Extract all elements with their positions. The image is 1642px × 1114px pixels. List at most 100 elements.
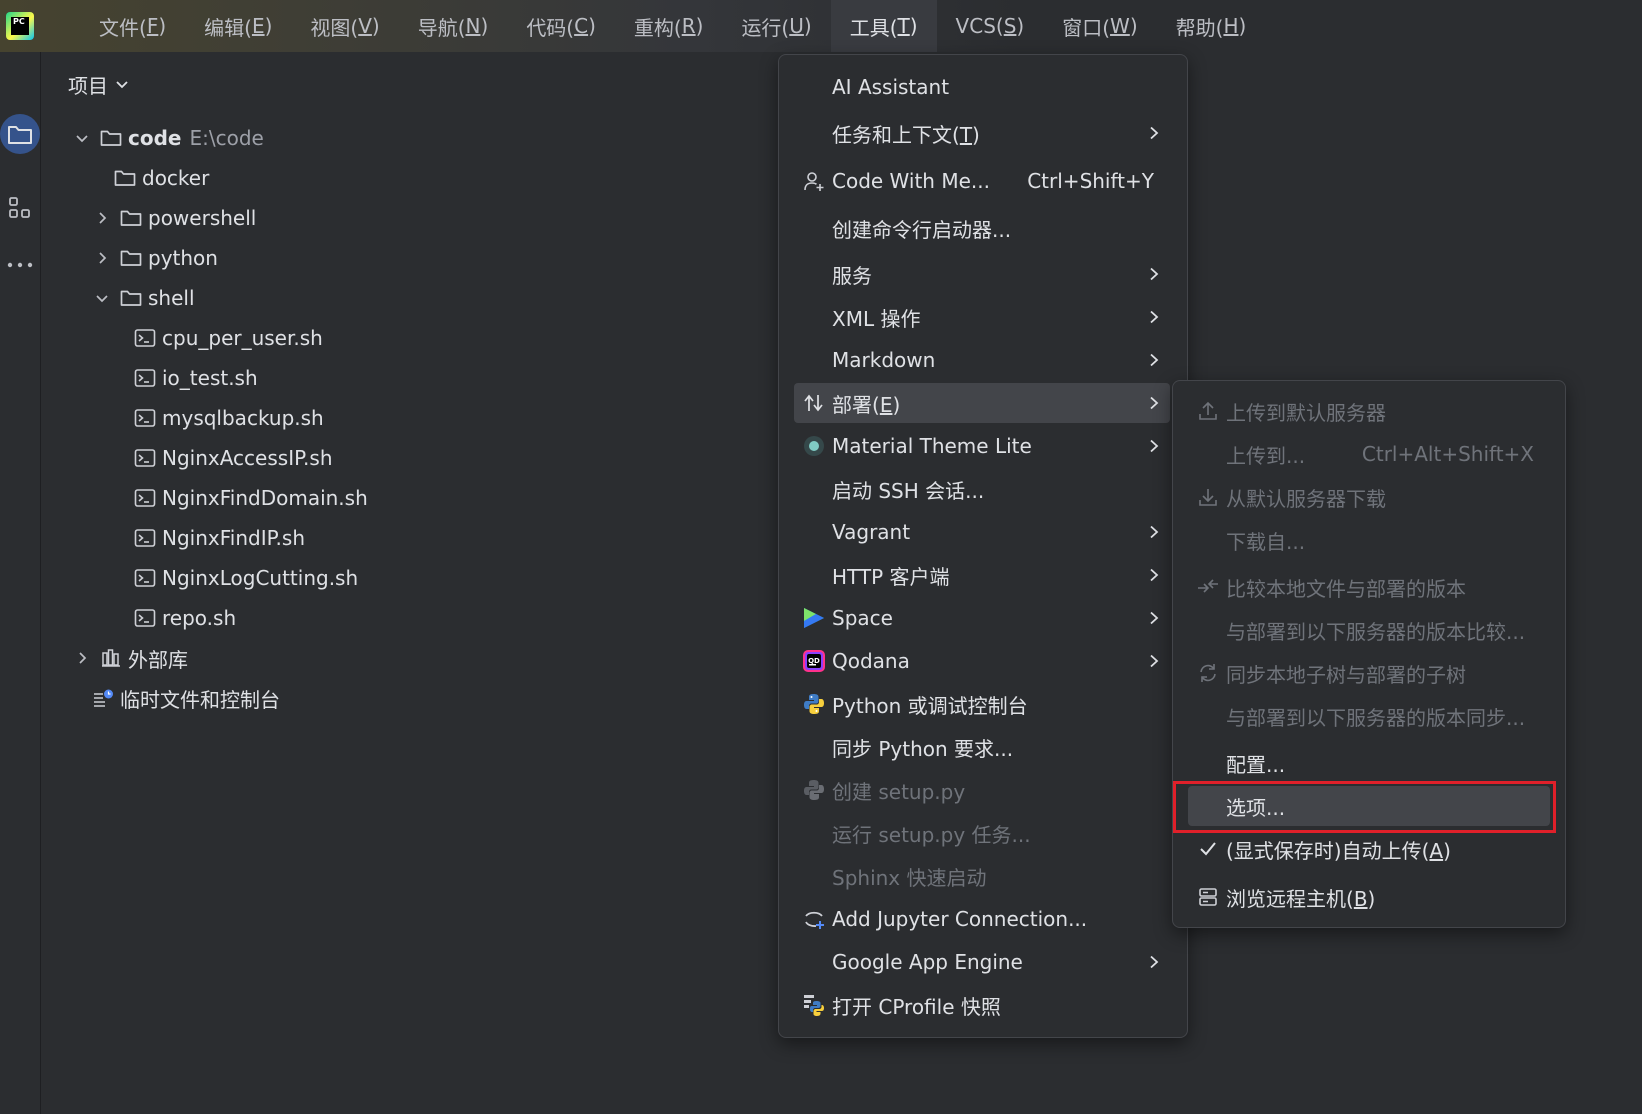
submenu-arrow-icon: [1146, 438, 1162, 454]
deploy-submenu-item-label: 同步本地子树与部署的子树: [1226, 659, 1466, 688]
mnemonic-key: T: [897, 14, 910, 38]
deploy-submenu-item-label: 选项...: [1226, 792, 1285, 821]
tools-menu-item[interactable]: 创建命令行启动器...: [794, 208, 1170, 248]
tools-menu-item[interactable]: HTTP 客户端: [794, 555, 1170, 595]
tree-item[interactable]: io_test.sh: [134, 358, 258, 398]
label-text: Qodana: [832, 649, 910, 673]
tree-item[interactable]: 临时文件和控制台: [92, 678, 280, 718]
script-icon: [134, 367, 156, 389]
menubar-item[interactable]: 代码(C): [507, 0, 615, 52]
tools-menu-dropdown: AI Assistant 任务和上下文(T) Code With Me... Ctrl…: [778, 54, 1188, 1038]
tree-item[interactable]: docker: [114, 158, 209, 198]
tree-item[interactable]: powershell: [92, 198, 256, 238]
mnemonic-key: H: [1223, 14, 1239, 38]
tree-item-label: 外部库: [128, 647, 188, 672]
label-text: 同步本地子树与部署的子树: [1226, 662, 1466, 687]
tree-item[interactable]: NginxAccessIP.sh: [134, 438, 333, 478]
tools-menu-item[interactable]: 同步 Python 要求...: [794, 727, 1170, 767]
mnemonic-key: U: [789, 14, 804, 38]
menubar-item[interactable]: 文件(F): [80, 0, 185, 52]
label-end: ): [1016, 14, 1025, 38]
tools-menu-item[interactable]: 启动 SSH 会话...: [794, 469, 1170, 509]
deploy-submenu-item[interactable]: 选项...: [1188, 786, 1550, 826]
deploy-submenu-item-label: 比较本地文件与部署的版本: [1226, 573, 1466, 602]
menubar-item[interactable]: 编辑(E): [185, 0, 291, 52]
tools-menu-item-label: Sphinx 快速启动: [832, 862, 987, 891]
tools-menu-item-label: Add Jupyter Connection...: [832, 907, 1087, 931]
tree-item[interactable]: NginxLogCutting.sh: [134, 558, 358, 598]
deploy-submenu-item: 与部署到以下服务器的版本比较...: [1188, 610, 1550, 650]
tree-item[interactable]: NginxFindIP.sh: [134, 518, 305, 558]
tree-item[interactable]: 外部库: [72, 638, 188, 678]
tools-menu-item-label: HTTP 客户端: [832, 561, 950, 590]
tree-item[interactable]: NginxFindDomain.sh: [134, 478, 368, 518]
shortcut-label: Ctrl+Shift+Y: [1027, 169, 1154, 193]
tree-item[interactable]: cpu_per_user.sh: [134, 318, 323, 358]
tools-menu-item-label: 创建 setup.py: [832, 776, 965, 805]
submenu-arrow-icon: [1146, 524, 1162, 540]
deploy-submenu-item[interactable]: 配置...: [1188, 743, 1550, 783]
menubar-item[interactable]: 帮助(H): [1157, 0, 1266, 52]
mnemonic-key: V: [358, 14, 372, 38]
menubar-item[interactable]: 运行(U): [722, 0, 830, 52]
more-tools-button[interactable]: [0, 245, 40, 285]
label-end: ): [892, 392, 901, 417]
deploy-submenu-item[interactable]: 浏览远程主机(B): [1188, 877, 1550, 917]
tools-menu-item[interactable]: 打开 CProfile 快照: [794, 985, 1170, 1025]
menubar-item[interactable]: 重构(R): [615, 0, 723, 52]
tools-menu-item[interactable]: QD Qodana: [794, 641, 1170, 681]
label-text: Vagrant: [832, 520, 911, 544]
tree-item-path: E:\code: [189, 126, 264, 150]
structure-tool-button[interactable]: [0, 188, 40, 228]
chevron-right-icon[interactable]: [92, 208, 112, 228]
deploy-submenu-item-label: 下载自...: [1226, 526, 1305, 555]
tree-item[interactable]: python: [92, 238, 218, 278]
tools-menu-item[interactable]: Material Theme Lite: [794, 426, 1170, 466]
tools-menu-item[interactable]: Google App Engine: [794, 942, 1170, 982]
menubar-item[interactable]: VCS(S): [937, 0, 1044, 52]
space-icon: [802, 606, 826, 630]
tree-item[interactable]: mysqlbackup.sh: [134, 398, 324, 438]
tree-item[interactable]: code E:\code: [72, 118, 264, 158]
tree-item[interactable]: repo.sh: [134, 598, 236, 638]
project-panel-header[interactable]: 项目: [68, 68, 130, 100]
deploy-submenu-item: 上传到默认服务器: [1188, 391, 1550, 431]
tools-menu-item[interactable]: Space: [794, 598, 1170, 638]
mnemonic-key: W: [1110, 14, 1130, 38]
tools-menu-item[interactable]: 任务和上下文(T): [794, 113, 1170, 153]
deploy-submenu-item-label: 从默认服务器下载: [1226, 483, 1386, 512]
menubar-item[interactable]: 窗口(W): [1043, 0, 1156, 52]
tree-item-label: mysqlbackup.sh: [162, 406, 324, 430]
tree-item[interactable]: shell: [92, 278, 195, 318]
tools-menu-item[interactable]: XML 操作: [794, 297, 1170, 337]
deploy-submenu-item-label: (显式保存时)自动上传(A): [1226, 835, 1451, 864]
tools-menu-item[interactable]: Add Jupyter Connection...: [794, 899, 1170, 939]
folder-icon: [100, 127, 122, 149]
deploy-submenu-item[interactable]: (显式保存时)自动上传(A): [1188, 829, 1550, 869]
tools-menu-item-label: 部署(E): [832, 389, 900, 418]
mnemonic-key: T: [959, 122, 973, 147]
tools-menu-item[interactable]: AI Assistant: [794, 67, 1170, 107]
submenu-arrow-icon: [1146, 567, 1162, 583]
chevron-right-icon[interactable]: [72, 648, 92, 668]
tools-menu-item[interactable]: 部署(E): [794, 383, 1170, 423]
menubar-item[interactable]: 视图(V): [291, 0, 398, 52]
deploy-submenu-item: 上传到... Ctrl+Alt+Shift+X: [1188, 434, 1550, 474]
tools-menu-item-label: 打开 CProfile 快照: [832, 991, 1001, 1020]
menubar-item[interactable]: 工具(T): [830, 0, 937, 52]
tools-menu-item[interactable]: Code With Me... Ctrl+Shift+Y: [794, 161, 1170, 201]
tools-menu-item-label: XML 操作: [832, 303, 920, 332]
tools-menu-item[interactable]: Python 或调试控制台: [794, 684, 1170, 724]
tools-menu-item[interactable]: 服务: [794, 254, 1170, 294]
menubar-item[interactable]: 导航(N): [399, 0, 508, 52]
label-end: ): [480, 14, 489, 38]
tools-menu-item[interactable]: Markdown: [794, 340, 1170, 380]
label-text: Add Jupyter Connection...: [832, 907, 1088, 931]
project-tool-button[interactable]: [0, 114, 40, 154]
chevron-down-icon[interactable]: [92, 288, 112, 308]
tools-menu-item[interactable]: Vagrant: [794, 512, 1170, 552]
submenu-arrow-icon: [1146, 125, 1162, 141]
chevron-down-icon[interactable]: [72, 128, 92, 148]
more-icon: [7, 262, 33, 268]
chevron-right-icon[interactable]: [92, 248, 112, 268]
